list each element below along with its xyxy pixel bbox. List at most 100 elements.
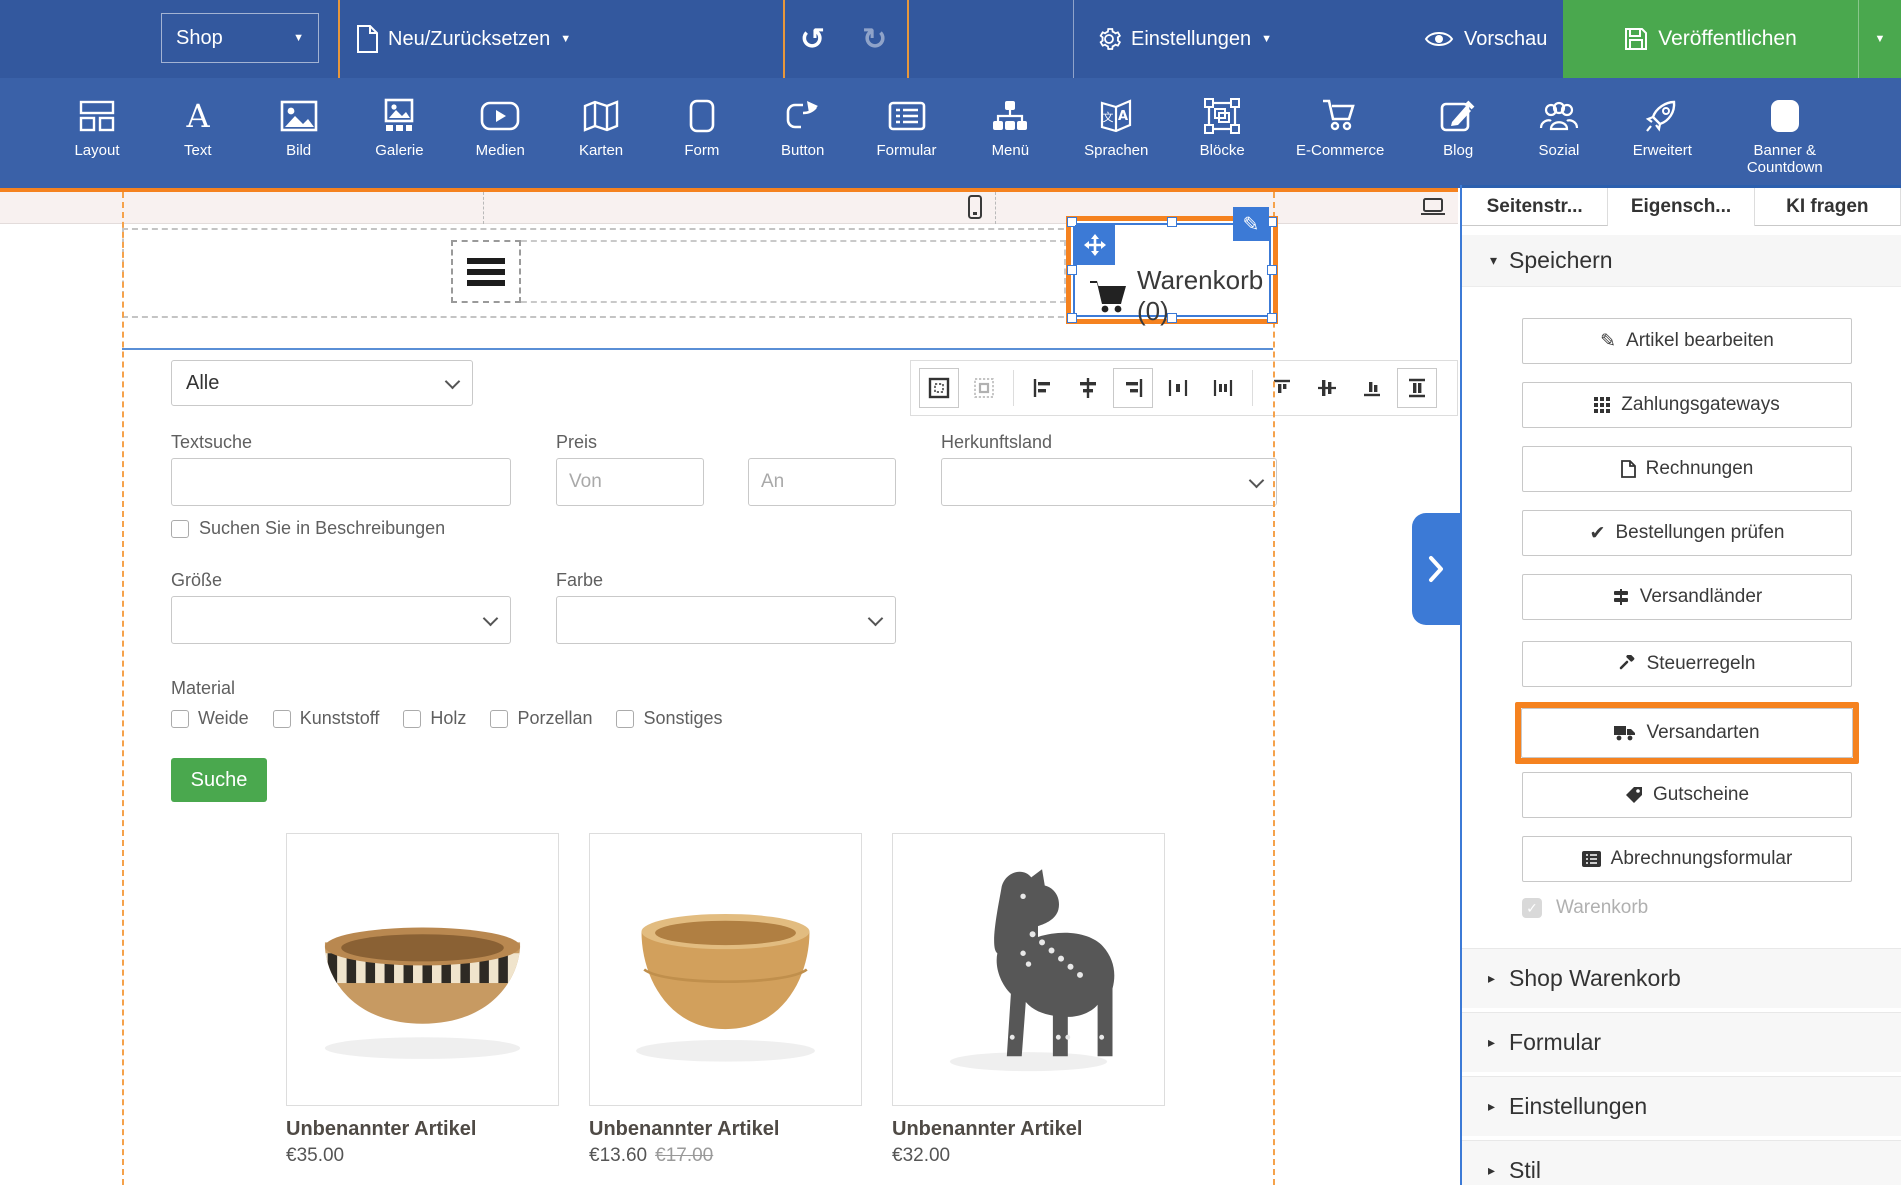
toolbar-item-erweitert[interactable]: Erweitert — [1633, 78, 1692, 188]
publish-button[interactable]: Veröffentlichen ▼ — [1563, 0, 1901, 78]
product-card[interactable]: Unbenannter Artikel €35.00 — [286, 833, 559, 1167]
toolbar-item-galerie[interactable]: Galerie — [372, 78, 426, 188]
textsearch-input[interactable] — [171, 458, 511, 506]
tab-ki-fragen[interactable]: KI fragen — [1755, 188, 1901, 226]
align-top-icon[interactable] — [1262, 368, 1302, 408]
tab-eigenschaften[interactable]: Eigensch... — [1608, 188, 1754, 226]
toolbar-item-bild[interactable]: Bild — [272, 78, 326, 188]
shipping-countries-button[interactable]: Versandländer — [1522, 574, 1852, 620]
page-select-dropdown[interactable]: Shop ▼ — [161, 13, 319, 63]
tab-seitenstruktur[interactable]: Seitenstr... — [1462, 188, 1608, 226]
invoices-button[interactable]: Rechnungen — [1522, 446, 1852, 492]
shipping-methods-button[interactable]: Versandarten — [1521, 708, 1853, 758]
settings-dropdown[interactable]: Einstellungen ▼ — [1097, 0, 1272, 78]
search-descriptions-label: Suchen Sie in Beschreibungen — [199, 518, 445, 539]
category-select-value: Alle — [186, 372, 219, 395]
undo-button[interactable]: ↺ — [800, 0, 825, 78]
distribute-spacing-icon[interactable] — [1203, 368, 1243, 408]
toolbar-item-menu[interactable]: Menü — [983, 78, 1037, 188]
publish-more-button[interactable]: ▼ — [1859, 33, 1901, 45]
toolbar-item-medien[interactable]: Medien — [473, 78, 527, 188]
product-title: Unbenannter Artikel — [286, 1118, 559, 1141]
media-play-icon — [480, 94, 520, 138]
section-right-edge — [1273, 192, 1275, 1185]
size-select[interactable] — [171, 596, 511, 644]
product-title: Unbenannter Artikel — [892, 1118, 1165, 1141]
price-to-input[interactable] — [748, 458, 896, 506]
edit-articles-button[interactable]: ✎ Artikel bearbeiten — [1522, 318, 1852, 364]
toolbar-item-bloecke[interactable]: Blöcke — [1195, 78, 1249, 188]
align-middle-vertical-icon[interactable] — [1307, 368, 1347, 408]
toolbar-item-button[interactable]: Button — [776, 78, 830, 188]
rocket-icon — [1644, 94, 1680, 138]
preview-label: Vorschau — [1464, 28, 1547, 51]
align-right-icon[interactable] — [1113, 368, 1153, 408]
truck-icon — [1614, 725, 1636, 741]
desktop-preview-icon[interactable] — [1420, 198, 1446, 216]
resize-handle[interactable] — [1067, 313, 1077, 323]
preview-button[interactable]: Vorschau — [1424, 0, 1547, 78]
alignment-toolbar — [910, 360, 1458, 416]
material-checkbox-holz[interactable] — [403, 710, 421, 728]
section-shop-warenkorb[interactable]: ▸ Shop Warenkorb — [1462, 948, 1901, 1008]
toolbar-item-karten[interactable]: Karten — [574, 78, 628, 188]
toolbar-item-blog[interactable]: Blog — [1431, 78, 1485, 188]
product-card[interactable]: Unbenannter Artikel €32.00 — [892, 833, 1165, 1167]
toolbar-item-sozial[interactable]: Sozial — [1532, 78, 1586, 188]
product-old-price: €17.00 — [655, 1145, 713, 1166]
search-button[interactable]: Suche — [171, 758, 267, 802]
resize-handle[interactable] — [1167, 217, 1177, 227]
align-left-icon[interactable] — [1023, 368, 1063, 408]
material-checkbox-porzellan[interactable] — [490, 710, 508, 728]
layout-icon — [78, 94, 116, 138]
page-select-value: Shop — [176, 27, 223, 50]
search-descriptions-row: Suchen Sie in Beschreibungen — [171, 518, 445, 539]
section-stil[interactable]: ▸ Stil — [1462, 1140, 1901, 1185]
toolbar-item-sprachen[interactable]: 文A Sprachen — [1084, 78, 1148, 188]
padding-tool-icon[interactable] — [964, 368, 1004, 408]
toolbar-item-formular[interactable]: Formular — [877, 78, 937, 188]
check-orders-button[interactable]: ✔ Bestellungen prüfen — [1522, 510, 1852, 556]
cart-widget-selection[interactable]: ✎ Warenkorb (0) — [1066, 216, 1278, 324]
origin-select[interactable] — [941, 458, 1277, 506]
new-reset-button[interactable]: Neu/Zurücksetzen ▼ — [356, 0, 571, 78]
shop-section-top-border — [122, 348, 1273, 350]
cart-enabled-checkbox[interactable]: ✓ — [1522, 898, 1542, 918]
billing-form-button[interactable]: Abrechnungsformular — [1522, 836, 1852, 882]
tax-rules-button[interactable]: Steuerregeln — [1522, 641, 1852, 687]
hamburger-menu-icon[interactable] — [451, 240, 521, 303]
toolbar-item-text[interactable]: A Text — [171, 78, 225, 188]
price-from-input[interactable] — [556, 458, 704, 506]
product-title: Unbenannter Artikel — [589, 1118, 862, 1141]
align-bottom-icon[interactable] — [1352, 368, 1392, 408]
category-select[interactable]: Alle — [171, 360, 473, 406]
margin-tool-icon[interactable] — [919, 368, 959, 408]
toolbar-item-ecommerce[interactable]: E-Commerce — [1296, 78, 1384, 188]
cart-icon — [1089, 277, 1129, 315]
material-checkbox-sonstiges[interactable] — [616, 710, 634, 728]
menu-element-placeholder[interactable] — [451, 240, 1066, 303]
mobile-preview-icon[interactable] — [968, 195, 982, 219]
color-select[interactable] — [556, 596, 896, 644]
search-descriptions-checkbox[interactable] — [171, 520, 189, 538]
material-checkbox-kunststoff[interactable] — [273, 710, 291, 728]
chevron-right-icon: ▸ — [1488, 970, 1495, 987]
resize-handle[interactable] — [1067, 265, 1077, 275]
section-formular[interactable]: ▸ Formular — [1462, 1012, 1901, 1072]
align-center-horizontal-icon[interactable] — [1068, 368, 1108, 408]
edit-pencil-icon[interactable]: ✎ — [1233, 207, 1269, 241]
toolbar-item-banner-countdown[interactable]: Banner & Countdown — [1739, 78, 1831, 188]
product-card[interactable]: Unbenannter Artikel €13.60€17.00 — [589, 833, 862, 1167]
panel-collapse-button[interactable] — [1412, 513, 1460, 625]
toolbar-item-form[interactable]: Form — [675, 78, 729, 188]
material-checkbox-weide[interactable] — [171, 710, 189, 728]
redo-button[interactable]: ↻ — [862, 0, 887, 78]
section-speichern[interactable]: ▾ Speichern — [1462, 235, 1901, 287]
move-handle-icon[interactable] — [1075, 225, 1115, 265]
stretch-vertical-icon[interactable] — [1397, 368, 1437, 408]
toolbar-item-layout[interactable]: Layout — [70, 78, 124, 188]
distribute-horizontal-icon[interactable] — [1158, 368, 1198, 408]
coupons-button[interactable]: Gutscheine — [1522, 772, 1852, 818]
payment-gateways-button[interactable]: Zahlungsgateways — [1522, 382, 1852, 428]
section-einstellungen[interactable]: ▸ Einstellungen — [1462, 1076, 1901, 1136]
